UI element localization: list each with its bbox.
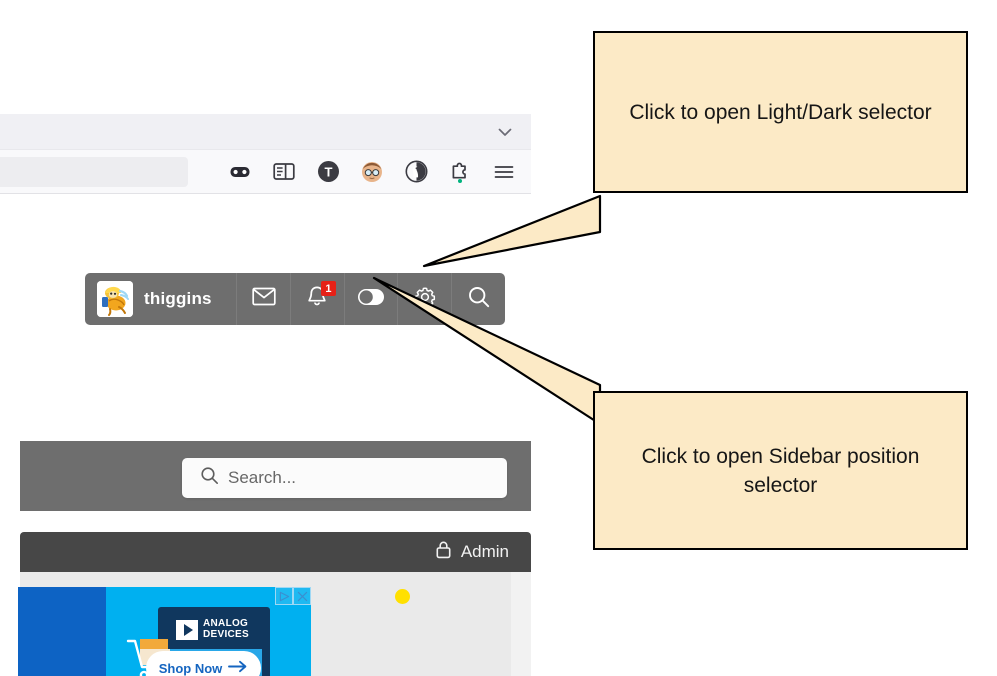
search-input[interactable]: Search [0, 157, 188, 187]
reader-sidebar-icon[interactable] [262, 150, 306, 193]
ad-brand-line-1: ANALOG [203, 618, 249, 629]
envelope-icon [251, 287, 276, 311]
theme-toggle-button[interactable] [345, 273, 399, 325]
advertisement-banner[interactable]: ANALOG DEVICES Shop Now [18, 587, 311, 676]
messages-button[interactable] [237, 273, 291, 325]
site-search-placeholder: Search... [228, 468, 297, 487]
browser-toolbar: Search [0, 150, 531, 194]
duckduckgo-privacy-icon[interactable] [394, 150, 438, 193]
chevron-down-icon[interactable] [493, 120, 517, 144]
avatar [97, 281, 133, 317]
light-dark-toggle-icon [357, 288, 385, 311]
page-side-gutter [511, 572, 531, 676]
ad-brand-line-2: DEVICES [203, 628, 250, 640]
facebook-container-mask-icon[interactable] [218, 150, 262, 193]
shop-now-button[interactable]: Shop Now [146, 651, 261, 676]
ad-controls [275, 587, 311, 605]
ad-brand-logo: ANALOG DEVICES [176, 618, 250, 640]
close-x-icon[interactable] [293, 587, 311, 605]
site-search-header: Search... [20, 441, 531, 511]
todoist-extension-icon[interactable]: T [306, 150, 350, 193]
callout-sidebar-position-selector: Click to open Sidebar position selector [593, 391, 968, 550]
arrow-right-icon [228, 660, 248, 676]
firefox-browser-window: Search [0, 114, 531, 676]
account-avatar-icon[interactable] [350, 150, 394, 193]
callout-sidebar-text: Click to open Sidebar position selector [641, 444, 920, 497]
app-menu-hamburger-icon[interactable] [482, 150, 526, 193]
notification-count-badge: 1 [320, 281, 336, 296]
site-search-button[interactable] [452, 273, 505, 325]
svg-text:T: T [324, 165, 332, 180]
callout-theme-selector: Click to open Light/Dark selector [593, 31, 968, 193]
magnifier-icon [467, 285, 491, 314]
extensions-puzzle-icon[interactable] [438, 150, 482, 193]
padlock-icon [435, 540, 452, 564]
browser-tab-strip [0, 114, 531, 150]
admin-nav-bar: Admin [20, 532, 531, 572]
yellow-status-dot [395, 589, 410, 604]
shop-now-label: Shop Now [158, 660, 223, 676]
site-search-input[interactable]: Search... [182, 458, 507, 498]
magnifier-icon [200, 466, 219, 490]
notifications-button[interactable]: 1 [291, 273, 345, 325]
username-label: thiggins [144, 289, 212, 308]
adchoices-icon[interactable] [275, 587, 293, 605]
analog-devices-logo-icon [176, 619, 198, 640]
user-profile-button[interactable]: thiggins [85, 273, 238, 325]
callout-theme-text: Click to open Light/Dark selector [629, 100, 932, 124]
ad-left-panel [18, 587, 106, 676]
user-account-bar: thiggins 1 [85, 273, 505, 325]
gear-icon [413, 285, 437, 314]
toolbar-icon-group: T [218, 150, 526, 193]
admin-menu-label[interactable]: Admin [461, 542, 509, 562]
settings-button[interactable] [398, 273, 453, 325]
screenshot-canvas: Search [0, 0, 997, 676]
